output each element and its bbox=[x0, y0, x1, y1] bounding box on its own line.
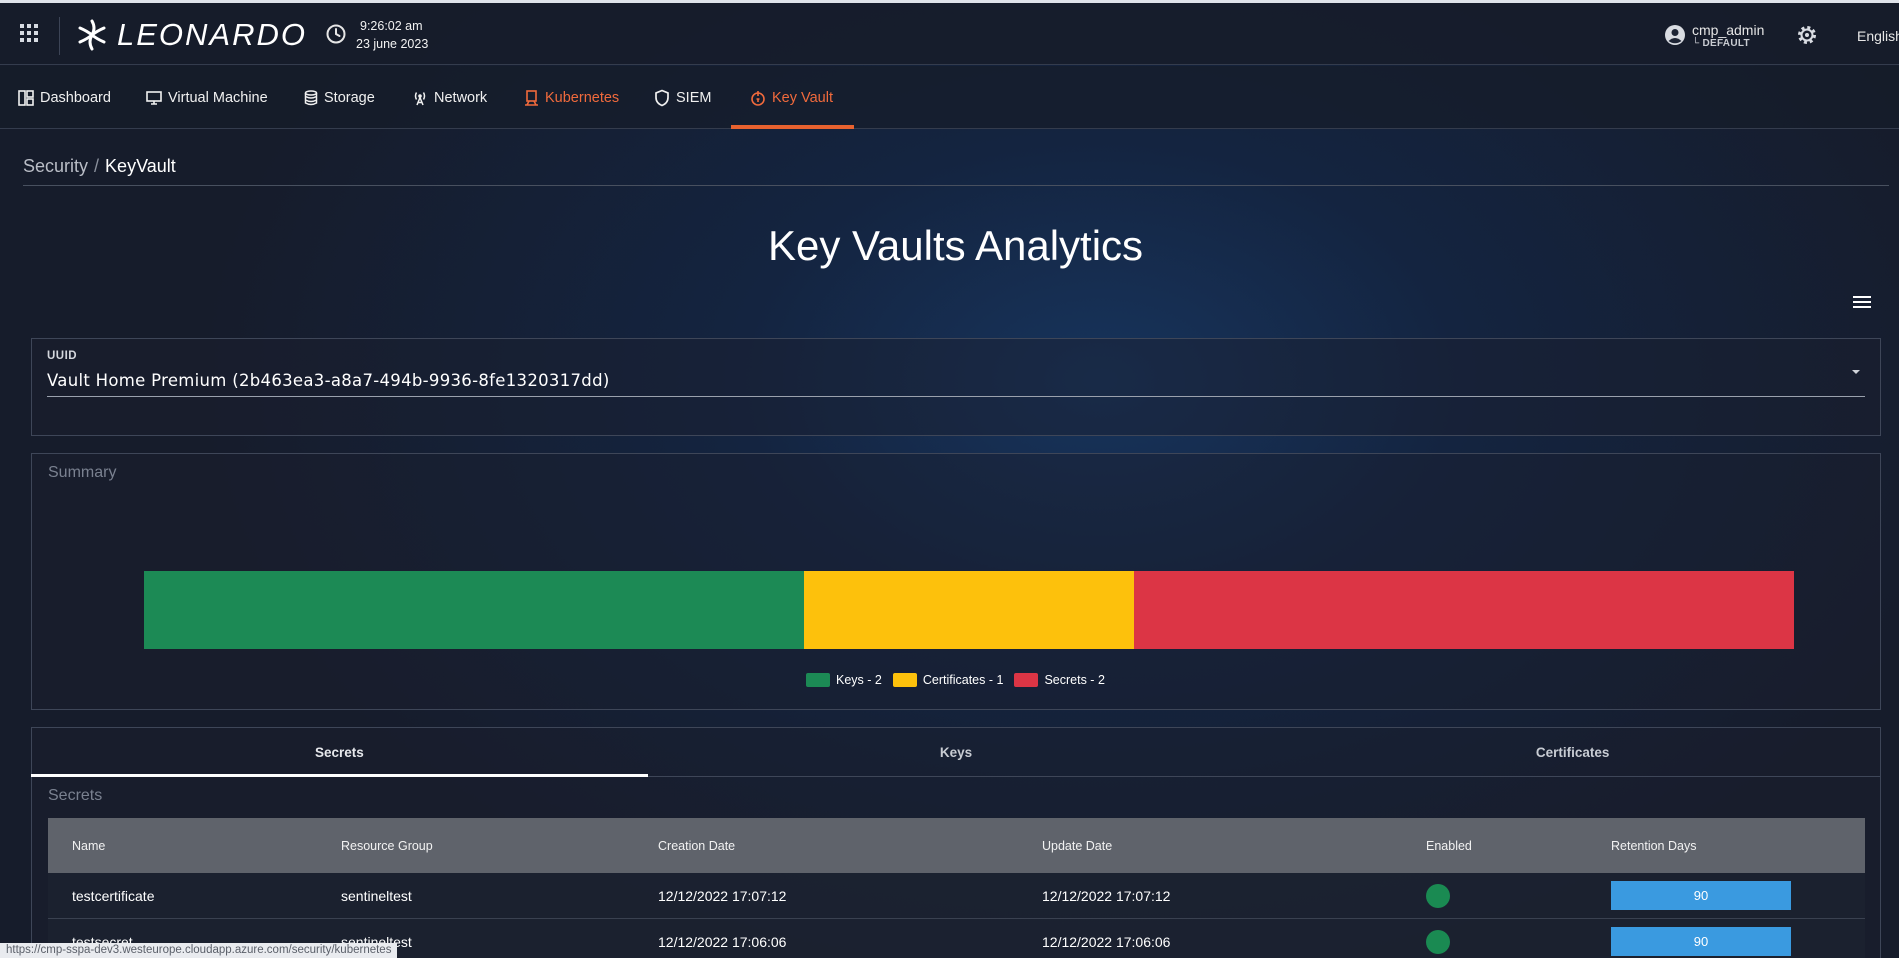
antenna-icon bbox=[414, 91, 426, 105]
uuid-label: UUID bbox=[47, 350, 78, 362]
kubernetes-icon bbox=[525, 89, 538, 106]
status-bar-url: https://cmp-sspa-dev3.westeurope.cloudap… bbox=[0, 943, 398, 958]
shield-icon bbox=[655, 89, 669, 106]
legend-item-certificates[interactable]: Certificates - 1 bbox=[892, 673, 1004, 687]
nav-virtual-machine-label: Virtual Machine bbox=[168, 89, 268, 106]
tab-keys[interactable]: Keys bbox=[648, 728, 1265, 776]
nav-network[interactable]: Network bbox=[412, 66, 487, 129]
database-icon bbox=[304, 89, 318, 105]
nav-key-vault-label: Key Vault bbox=[772, 89, 833, 106]
cell-retention: 90 bbox=[1611, 919, 1865, 958]
breadcrumb-divider bbox=[23, 185, 1889, 186]
col-resource-group-header[interactable]: Resource Group bbox=[341, 818, 658, 873]
breadcrumb-security[interactable]: Security bbox=[23, 156, 88, 176]
top-bar: LEONARDO 9:26:02 am 23 june 2023 cmp_adm… bbox=[0, 0, 1899, 65]
vault-tabs: Secrets Keys Certificates bbox=[31, 728, 1881, 777]
nav-siem[interactable]: SIEM bbox=[654, 66, 711, 129]
user-tenant: └ DEFAULT bbox=[1692, 38, 1750, 49]
cell-enabled bbox=[1426, 919, 1611, 958]
cell-resource-group: sentineltest bbox=[341, 887, 412, 904]
secrets-table: Name Resource Group Creation Date Update… bbox=[48, 818, 1865, 958]
nav-dashboard-label: Dashboard bbox=[40, 89, 111, 106]
user-name[interactable]: cmp_admin bbox=[1692, 22, 1764, 38]
cell-creation-date: 12/12/2022 17:07:12 bbox=[658, 887, 787, 904]
col-retention-header[interactable]: Retention Days bbox=[1611, 818, 1865, 873]
uuid-underline bbox=[47, 396, 1865, 397]
nav-storage-label: Storage bbox=[324, 89, 375, 106]
bar-segment-certificates[interactable] bbox=[804, 571, 1134, 649]
secrets-title: Secrets bbox=[48, 787, 103, 804]
nav-kubernetes-label: Kubernetes bbox=[545, 89, 620, 106]
apps-grid-icon[interactable] bbox=[20, 24, 38, 42]
user-avatar-icon[interactable] bbox=[1664, 24, 1686, 46]
legend-label-certificates: Certificates - 1 bbox=[922, 673, 1004, 687]
chart-legend: Keys - 2 Certificates - 1 Secrets - 2 bbox=[806, 673, 1116, 687]
retention-days-badge: 90 bbox=[1611, 927, 1791, 956]
col-enabled-header[interactable]: Enabled bbox=[1426, 818, 1611, 873]
legend-label-secrets: Secrets - 2 bbox=[1044, 673, 1105, 687]
tab-secrets[interactable]: Secrets bbox=[31, 728, 648, 777]
legend-label-keys: Keys - 2 bbox=[836, 673, 882, 687]
legend-swatch-certificates bbox=[892, 673, 917, 687]
nav-storage[interactable]: Storage bbox=[304, 66, 375, 129]
retention-days-badge: 90 bbox=[1611, 881, 1791, 910]
breadcrumb: Security / KeyVault bbox=[23, 156, 176, 177]
col-name-header[interactable]: Name bbox=[48, 818, 341, 873]
bar-segment-secrets[interactable] bbox=[1134, 571, 1794, 649]
nav-dashboard[interactable]: Dashboard bbox=[18, 66, 111, 129]
clock-icon bbox=[326, 24, 346, 44]
main-nav: Dashboard Virtual Machine Storage Networ… bbox=[0, 66, 1899, 129]
cell-retention: 90 bbox=[1611, 873, 1865, 918]
gear-icon[interactable] bbox=[1795, 23, 1819, 47]
hamburger-menu-icon[interactable] bbox=[1852, 294, 1872, 310]
uuid-select[interactable]: Vault Home Premium (2b463ea3-a8a7-494b-9… bbox=[47, 371, 610, 390]
breadcrumb-keyvault: KeyVault bbox=[105, 156, 176, 176]
cell-creation-date: 12/12/2022 17:06:06 bbox=[658, 933, 787, 950]
cell-name: testcertificate bbox=[72, 887, 155, 904]
enabled-status-dot bbox=[1426, 883, 1450, 908]
legend-item-secrets[interactable]: Secrets - 2 bbox=[1014, 673, 1105, 687]
nav-siem-label: SIEM bbox=[676, 89, 712, 106]
breadcrumb-separator: / bbox=[94, 156, 100, 176]
cell-enabled bbox=[1426, 873, 1611, 918]
cell-update-date: 12/12/2022 17:07:12 bbox=[1042, 887, 1171, 904]
tab-certificates[interactable]: Certificates bbox=[1264, 728, 1881, 776]
cell-update-date: 12/12/2022 17:06:06 bbox=[1042, 933, 1171, 950]
key-vault-icon bbox=[751, 90, 765, 106]
current-date: 23 june 2023 bbox=[356, 37, 429, 51]
brand-name: LEONARDO bbox=[117, 17, 307, 52]
legend-swatch-keys bbox=[806, 673, 830, 687]
summary-title: Summary bbox=[48, 464, 117, 481]
col-creation-date-header[interactable]: Creation Date bbox=[658, 818, 1042, 873]
leonardo-logo-icon bbox=[78, 19, 106, 51]
divider bbox=[59, 17, 60, 55]
enabled-status-dot bbox=[1426, 929, 1450, 954]
chevron-down-icon[interactable] bbox=[1850, 368, 1862, 376]
nav-kubernetes[interactable]: Kubernetes bbox=[524, 66, 619, 129]
language-selector[interactable]: English bbox=[1857, 28, 1899, 44]
summary-stacked-bar-chart bbox=[144, 571, 1794, 649]
table-row[interactable]: testcertificate sentineltest 12/12/2022 … bbox=[48, 873, 1865, 919]
table-header: Name Resource Group Creation Date Update… bbox=[48, 818, 1865, 873]
nav-network-label: Network bbox=[434, 89, 488, 106]
bar-segment-keys[interactable] bbox=[144, 571, 804, 649]
active-tab-indicator bbox=[731, 125, 854, 129]
page-title: Key Vaults Analytics bbox=[767, 222, 1144, 269]
current-time: 9:26:02 am bbox=[360, 19, 423, 33]
dashboard-icon bbox=[18, 89, 34, 106]
legend-item-keys[interactable]: Keys - 2 bbox=[806, 673, 882, 687]
nav-key-vault[interactable]: Key Vault bbox=[750, 66, 833, 129]
brand-logo[interactable]: LEONARDO bbox=[75, 15, 307, 55]
legend-swatch-secrets bbox=[1014, 673, 1039, 687]
monitor-icon bbox=[146, 90, 162, 105]
col-update-date-header[interactable]: Update Date bbox=[1042, 818, 1426, 873]
nav-virtual-machine[interactable]: Virtual Machine bbox=[146, 66, 268, 129]
